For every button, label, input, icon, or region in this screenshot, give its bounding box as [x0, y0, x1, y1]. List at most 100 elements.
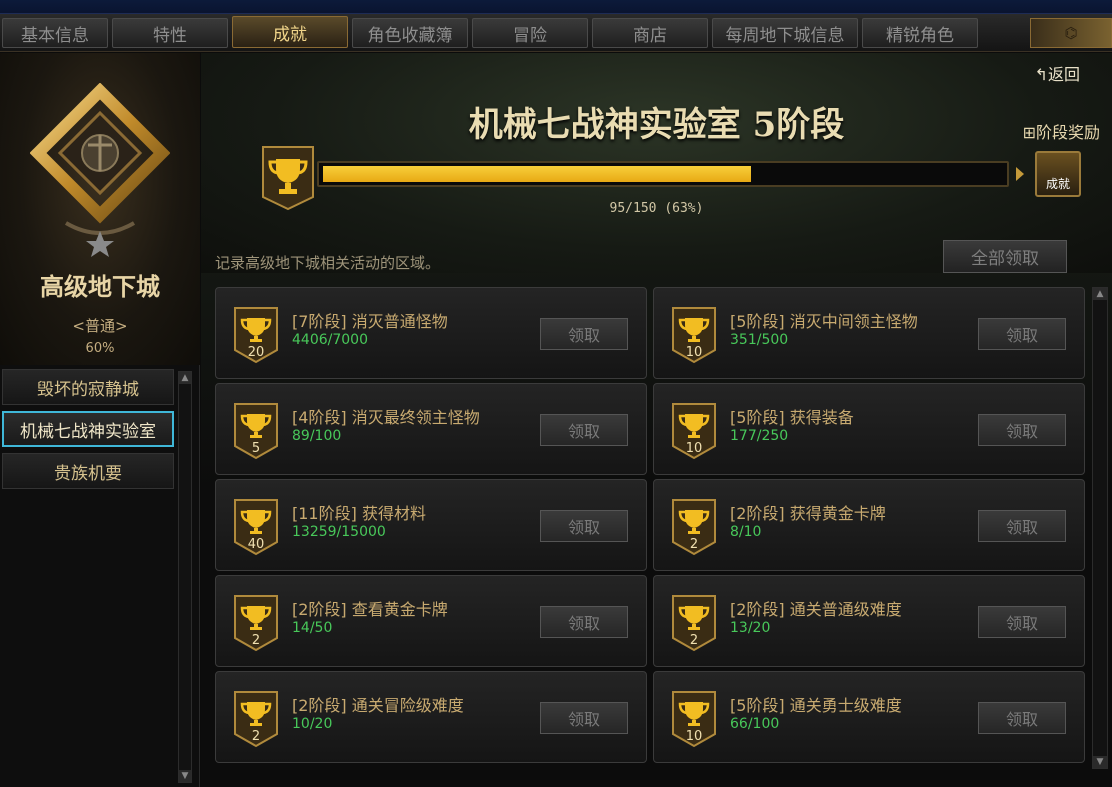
achievement-name: 通关勇士级难度: [789, 696, 902, 715]
claim-button[interactable]: 领取: [540, 510, 628, 542]
difficulty-label: <普通>: [72, 317, 128, 335]
claim-button[interactable]: 领取: [540, 414, 628, 446]
achievement-card: 40 [11阶段] 获得材料 13259/15000 领取: [215, 479, 647, 571]
achievement-points: 10: [686, 441, 703, 456]
tab-2[interactable]: 特性: [112, 18, 228, 48]
brand-logo: ⌬: [1030, 18, 1112, 48]
return-button[interactable]: ↰返回: [1035, 61, 1080, 85]
achievement-points: 40: [248, 537, 265, 552]
claim-button[interactable]: 领取: [978, 702, 1066, 734]
achievement-points: 10: [686, 729, 703, 744]
scroll-down-icon[interactable]: ▼: [1093, 756, 1107, 768]
dungeon-list-item[interactable]: 机械七战神实验室: [2, 411, 174, 447]
claim-all-button[interactable]: 全部领取: [943, 240, 1067, 273]
trophy-badge-icon: 20: [234, 307, 278, 364]
achievement-stage: [2阶段]: [730, 600, 785, 619]
tab-7[interactable]: 每周地下城信息: [712, 18, 858, 48]
trophy-badge-icon: 40: [234, 499, 278, 556]
tab-8[interactable]: 精锐角色: [862, 18, 978, 48]
stage-progress-bar: [317, 161, 1009, 187]
achievement-title: [4阶段] 消灭最终领主怪物: [292, 404, 480, 428]
achievement-name: 获得黄金卡牌: [789, 504, 886, 523]
tab-5[interactable]: 冒险: [472, 18, 588, 48]
achievement-progress: 13/20: [730, 620, 771, 636]
tab-4[interactable]: 角色收藏簿: [352, 18, 468, 48]
dungeon-list-scrollbar[interactable]: ▲ ▼: [178, 371, 192, 783]
achievement-name: 消灭普通怪物: [351, 312, 448, 331]
stage-progress-text: 95/150 (63%): [609, 201, 704, 216]
scroll-down-icon[interactable]: ▼: [179, 770, 191, 782]
achievement-progress: 66/100: [730, 716, 780, 732]
achievement-name: 获得材料: [361, 504, 426, 523]
claim-button[interactable]: 领取: [978, 606, 1066, 638]
stage-title: 机械七战神实验室 5阶段: [468, 105, 845, 145]
scroll-up-icon[interactable]: ▲: [1093, 288, 1107, 300]
claim-button[interactable]: 领取: [978, 318, 1066, 350]
stage-reward-button[interactable]: ⊞阶段奖励: [1023, 119, 1100, 143]
achievement-title: [5阶段] 通关勇士级难度: [730, 692, 902, 716]
reward-box-label: 成就: [1045, 177, 1070, 191]
achievement-stage: [2阶段]: [292, 600, 347, 619]
achievement-points: 2: [690, 537, 698, 552]
achievement-title: [11阶段] 获得材料: [292, 500, 426, 524]
achievement-points: 10: [686, 345, 703, 360]
achievement-progress: 351/500: [730, 332, 789, 348]
progress-arrow-icon: [1016, 167, 1024, 181]
dungeon-emblem-panel: 高级地下城 <普通> 60%: [0, 53, 200, 365]
claim-button[interactable]: 领取: [978, 510, 1066, 542]
achievement-stage: [5阶段]: [730, 696, 785, 715]
trophy-badge-icon: 2: [234, 595, 278, 652]
achievement-card: 2 [2阶段] 查看黄金卡牌 14/50 领取: [215, 575, 647, 667]
achievement-progress: 89/100: [292, 428, 342, 444]
achievement-points: 20: [248, 345, 265, 360]
achievement-points: 2: [690, 633, 698, 648]
return-arrow-icon: ↰: [1034, 65, 1048, 84]
achievement-card: 2 [2阶段] 通关冒险级难度 10/20 领取: [215, 671, 647, 763]
tab-3[interactable]: 成就: [232, 16, 348, 48]
tab-1[interactable]: 基本信息: [2, 18, 108, 48]
achievement-progress: 4406/7000: [292, 332, 368, 348]
dungeon-list-item[interactable]: 贵族机要: [2, 453, 174, 489]
gift-icon: ⊞: [1022, 123, 1036, 142]
trophy-badge-icon: 10: [672, 691, 716, 748]
claim-button[interactable]: 领取: [540, 318, 628, 350]
achievement-name: 获得装备: [789, 408, 854, 427]
achievement-card: 10 [5阶段] 获得装备 177/250 领取: [653, 383, 1085, 475]
achievement-progress: 8/10: [730, 524, 762, 540]
achievement-stage: [4阶段]: [292, 408, 347, 427]
achievement-name: 消灭最终领主怪物: [351, 408, 480, 427]
trophy-badge-icon: 2: [672, 595, 716, 652]
achievement-card: 10 [5阶段] 消灭中间领主怪物 351/500 领取: [653, 287, 1085, 379]
claim-button[interactable]: 领取: [978, 414, 1066, 446]
trophy-badge-icon: 5: [234, 403, 278, 460]
achievement-points: 5: [252, 441, 260, 456]
achievement-progress: 13259/15000: [292, 524, 386, 540]
tab-6[interactable]: 商店: [592, 18, 708, 48]
achievement-main-panel: ↰返回 机械七战神实验室 5阶段 ⊞阶段奖励 成就 95/150 (63%) 记…: [201, 53, 1112, 787]
achievement-title: [7阶段] 消灭普通怪物: [292, 308, 448, 332]
achievement-name: 查看黄金卡牌: [351, 600, 448, 619]
achievement-scrollbar[interactable]: ▲ ▼: [1092, 287, 1108, 769]
achievement-title: [2阶段] 通关冒险级难度: [292, 692, 464, 716]
dungeon-list-item[interactable]: 毁坏的寂静城: [2, 369, 174, 405]
achievement-title: [2阶段] 获得黄金卡牌: [730, 500, 886, 524]
achievement-card: 5 [4阶段] 消灭最终领主怪物 89/100 领取: [215, 383, 647, 475]
achievement-progress: 14/50: [292, 620, 333, 636]
achievement-title: [2阶段] 通关普通级难度: [730, 596, 902, 620]
claim-button[interactable]: 领取: [540, 702, 628, 734]
achievement-name: 通关普通级难度: [789, 600, 902, 619]
achievement-stage: [5阶段]: [730, 408, 785, 427]
left-panel: 高级地下城 <普通> 60% 毁坏的寂静城 机械七战神实验室 贵族机要 ▲ ▼: [0, 53, 200, 787]
achievement-stage: [11阶段]: [292, 504, 357, 523]
claim-button[interactable]: 领取: [540, 606, 628, 638]
achievement-card: 10 [5阶段] 通关勇士级难度 66/100 领取: [653, 671, 1085, 763]
dungeon-name: 高级地下城: [40, 273, 160, 301]
scroll-up-icon[interactable]: ▲: [179, 372, 191, 384]
dungeon-emblem-icon: [30, 83, 170, 257]
achievement-progress: 10/20: [292, 716, 333, 732]
reward-chest-button[interactable]: 成就: [1035, 151, 1081, 197]
achievement-title: [5阶段] 消灭中间领主怪物: [730, 308, 918, 332]
trophy-badge-icon: 10: [672, 403, 716, 460]
achievement-title: [2阶段] 查看黄金卡牌: [292, 596, 448, 620]
stage-progress-fill: [323, 166, 751, 182]
